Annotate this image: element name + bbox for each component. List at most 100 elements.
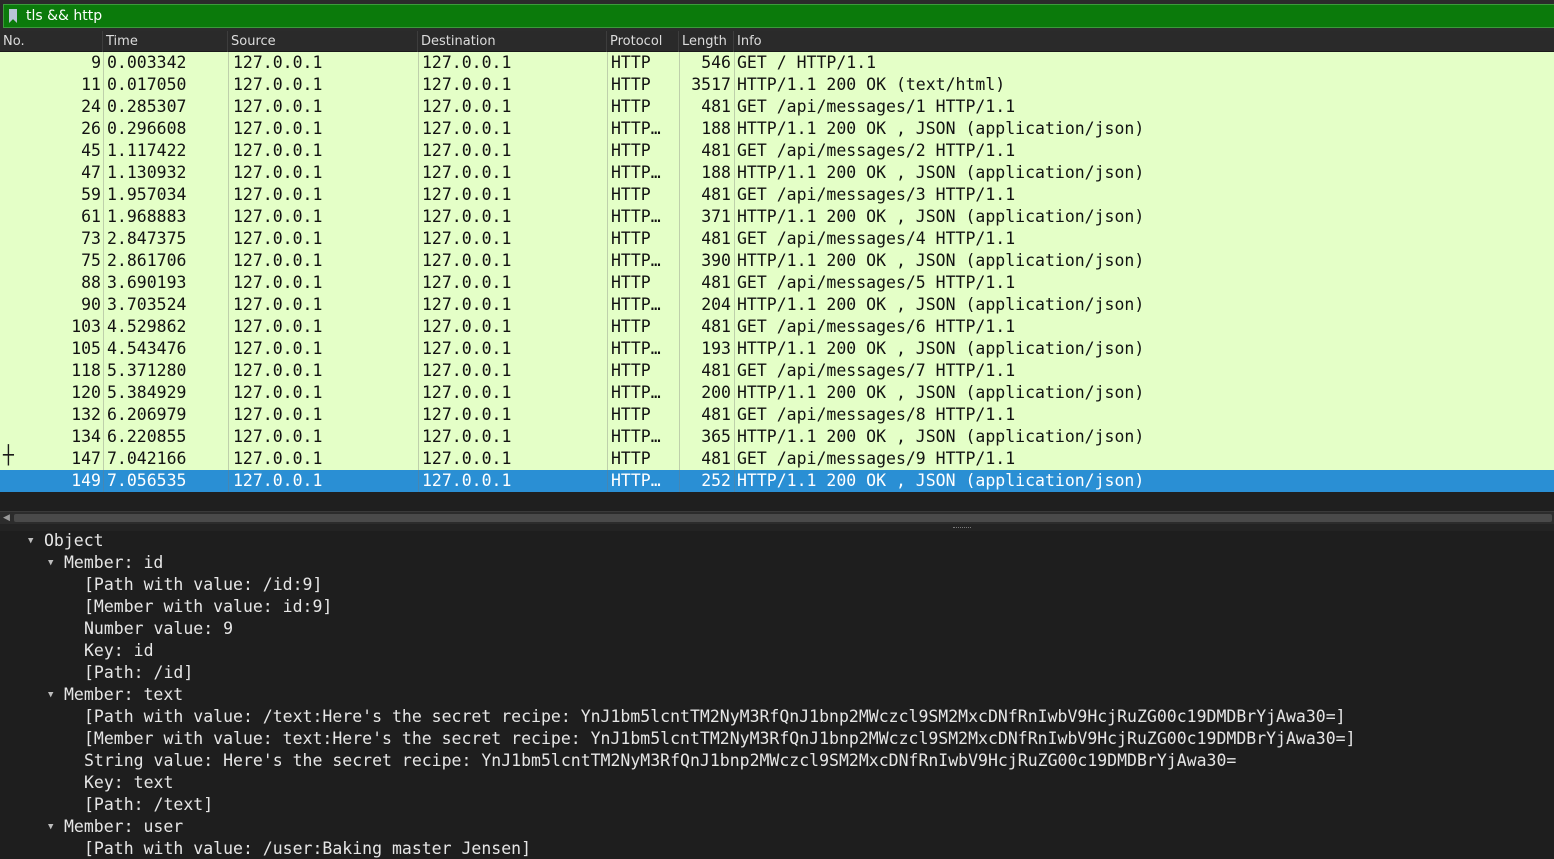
column-separator	[228, 426, 229, 448]
column-separator	[734, 162, 735, 184]
column-separator	[607, 140, 608, 162]
column-separator	[734, 294, 735, 316]
column-separator	[418, 338, 419, 360]
packet-list-hscrollbar[interactable]: ◀	[0, 511, 1554, 524]
expand-arrow-icon[interactable]: ▼	[48, 552, 60, 574]
column-header-length[interactable]: Length	[679, 31, 734, 52]
packet-destination: 127.0.0.1	[422, 53, 512, 72]
packet-row[interactable]: 120 5.384929 127.0.0.1 127.0.0.1 HTTP… 200 HTT…	[0, 382, 1554, 404]
column-separator	[734, 250, 735, 272]
packet-length: 481	[701, 273, 731, 292]
column-separator	[103, 470, 104, 492]
column-separator	[734, 448, 735, 470]
packet-row[interactable]: 47 1.130932 127.0.0.1 127.0.0.1 HTTP… 188 HTTP…	[0, 162, 1554, 184]
packet-row[interactable]: 75 2.861706 127.0.0.1 127.0.0.1 HTTP… 390 HTTP…	[0, 250, 1554, 272]
display-filter-text[interactable]: tls && http	[26, 7, 102, 25]
packet-protocol: HTTP…	[611, 207, 661, 226]
expand-arrow-icon[interactable]: ▼	[48, 684, 60, 706]
scrollbar-thumb[interactable]	[14, 514, 1552, 522]
column-separator	[607, 118, 608, 140]
tree-label: [Path with value: /user:Baking master Je…	[84, 839, 532, 858]
pane-splitter[interactable]	[0, 524, 1554, 531]
column-header-no[interactable]: No.	[0, 31, 103, 52]
packet-length: 481	[701, 317, 731, 336]
packet-info: HTTP/1.1 200 OK , JSON (application/json…	[737, 427, 1145, 446]
packet-number: 59	[81, 185, 101, 204]
column-separator	[418, 382, 419, 404]
packet-source: 127.0.0.1	[233, 163, 323, 182]
packet-row[interactable]: 132 6.206979 127.0.0.1 127.0.0.1 HTTP 481 GET …	[0, 404, 1554, 426]
packet-row[interactable]: 149 7.056535 127.0.0.1 127.0.0.1 HTTP… 252 HTT…	[0, 470, 1554, 492]
expand-arrow-icon[interactable]: ▼	[28, 530, 40, 552]
column-separator	[734, 338, 735, 360]
packet-row[interactable]: 90 3.703524 127.0.0.1 127.0.0.1 HTTP… 204 HTTP…	[0, 294, 1554, 316]
packet-length: 371	[701, 207, 731, 226]
packet-row[interactable]: 61 1.968883 127.0.0.1 127.0.0.1 HTTP… 371 HTTP…	[0, 206, 1554, 228]
packet-row[interactable]: 11 0.017050 127.0.0.1 127.0.0.1 HTTP 3517 HTTP…	[0, 74, 1554, 96]
column-separator	[103, 426, 104, 448]
packet-row[interactable]: 45 1.117422 127.0.0.1 127.0.0.1 HTTP 481 GET /…	[0, 140, 1554, 162]
packet-length: 252	[701, 471, 731, 490]
column-separator	[734, 206, 735, 228]
packet-row[interactable]: 134 6.220855 127.0.0.1 127.0.0.1 HTTP… 365 HTT…	[0, 426, 1554, 448]
column-separator	[418, 404, 419, 426]
packet-protocol: HTTP	[611, 185, 651, 204]
packet-number: 24	[81, 97, 101, 116]
tree-label: String value: Here's the secret recipe: …	[84, 751, 1237, 770]
packet-info: HTTP/1.1 200 OK , JSON (application/json…	[737, 295, 1145, 314]
column-header-destination[interactable]: Destination	[418, 31, 607, 52]
packet-row[interactable]: 73 2.847375 127.0.0.1 127.0.0.1 HTTP 481 GET /…	[0, 228, 1554, 250]
packet-row[interactable]: 147 7.042166 127.0.0.1 127.0.0.1 HTTP 481 GET …	[0, 448, 1554, 470]
bookmark-icon[interactable]	[9, 9, 17, 23]
packet-row[interactable]: 24 0.285307 127.0.0.1 127.0.0.1 HTTP 481 GET /…	[0, 96, 1554, 118]
packet-row[interactable]: 88 3.690193 127.0.0.1 127.0.0.1 HTTP 481 GET /…	[0, 272, 1554, 294]
packet-time: 0.017050	[107, 75, 187, 94]
packet-protocol: HTTP…	[611, 339, 661, 358]
display-filter-toolbar: tls && http	[0, 0, 1554, 31]
tree-label: Key: id	[84, 641, 154, 660]
packet-length: 193	[701, 339, 731, 358]
display-filter-input[interactable]: tls && http	[3, 4, 1554, 28]
packet-row[interactable]: 118 5.371280 127.0.0.1 127.0.0.1 HTTP 481 GET …	[0, 360, 1554, 382]
packet-protocol: HTTP	[611, 75, 651, 94]
column-separator	[228, 316, 229, 338]
packet-info: GET /api/messages/5 HTTP/1.1	[737, 273, 1016, 292]
packet-source: 127.0.0.1	[233, 361, 323, 380]
packet-row[interactable]: 105 4.543476 127.0.0.1 127.0.0.1 HTTP… 193 HTT…	[0, 338, 1554, 360]
packet-protocol: HTTP…	[611, 383, 661, 402]
column-separator	[103, 338, 104, 360]
scroll-left-arrow-icon[interactable]: ◀	[3, 513, 10, 524]
packet-row[interactable]: 59 1.957034 127.0.0.1 127.0.0.1 HTTP 481 GET /…	[0, 184, 1554, 206]
tree-label: Member: user	[64, 817, 184, 836]
splitter-grip-icon[interactable]	[953, 527, 971, 529]
column-separator	[418, 74, 419, 96]
column-separator	[228, 382, 229, 404]
column-separator	[734, 52, 735, 74]
packet-time: 0.296608	[107, 119, 187, 138]
packet-protocol: HTTP	[611, 405, 651, 424]
packet-source: 127.0.0.1	[233, 405, 323, 424]
packet-row[interactable]: 26 0.296608 127.0.0.1 127.0.0.1 HTTP… 188 HTTP…	[0, 118, 1554, 140]
column-separator	[103, 382, 104, 404]
column-separator	[607, 250, 608, 272]
packet-number: 105	[71, 339, 101, 358]
packet-protocol: HTTP	[611, 449, 651, 468]
column-separator	[418, 470, 419, 492]
packet-source: 127.0.0.1	[233, 53, 323, 72]
packet-number: 88	[81, 273, 101, 292]
packet-length: 481	[701, 141, 731, 160]
column-separator	[679, 96, 680, 118]
column-separator	[228, 140, 229, 162]
packet-row[interactable]: 103 4.529862 127.0.0.1 127.0.0.1 HTTP 481 GET …	[0, 316, 1554, 338]
column-separator	[607, 272, 608, 294]
expand-arrow-icon[interactable]: ▼	[48, 816, 60, 838]
packet-row[interactable]: 9 0.003342 127.0.0.1 127.0.0.1 HTTP 546 GET / …	[0, 52, 1554, 74]
column-header-protocol[interactable]: Protocol	[607, 31, 679, 52]
column-header-source[interactable]: Source	[228, 31, 418, 52]
column-separator	[228, 470, 229, 492]
packet-time: 0.003342	[107, 53, 187, 72]
column-separator	[228, 250, 229, 272]
column-header-time[interactable]: Time	[103, 31, 228, 52]
packet-source: 127.0.0.1	[233, 185, 323, 204]
column-header-info[interactable]: Info	[734, 31, 1554, 52]
